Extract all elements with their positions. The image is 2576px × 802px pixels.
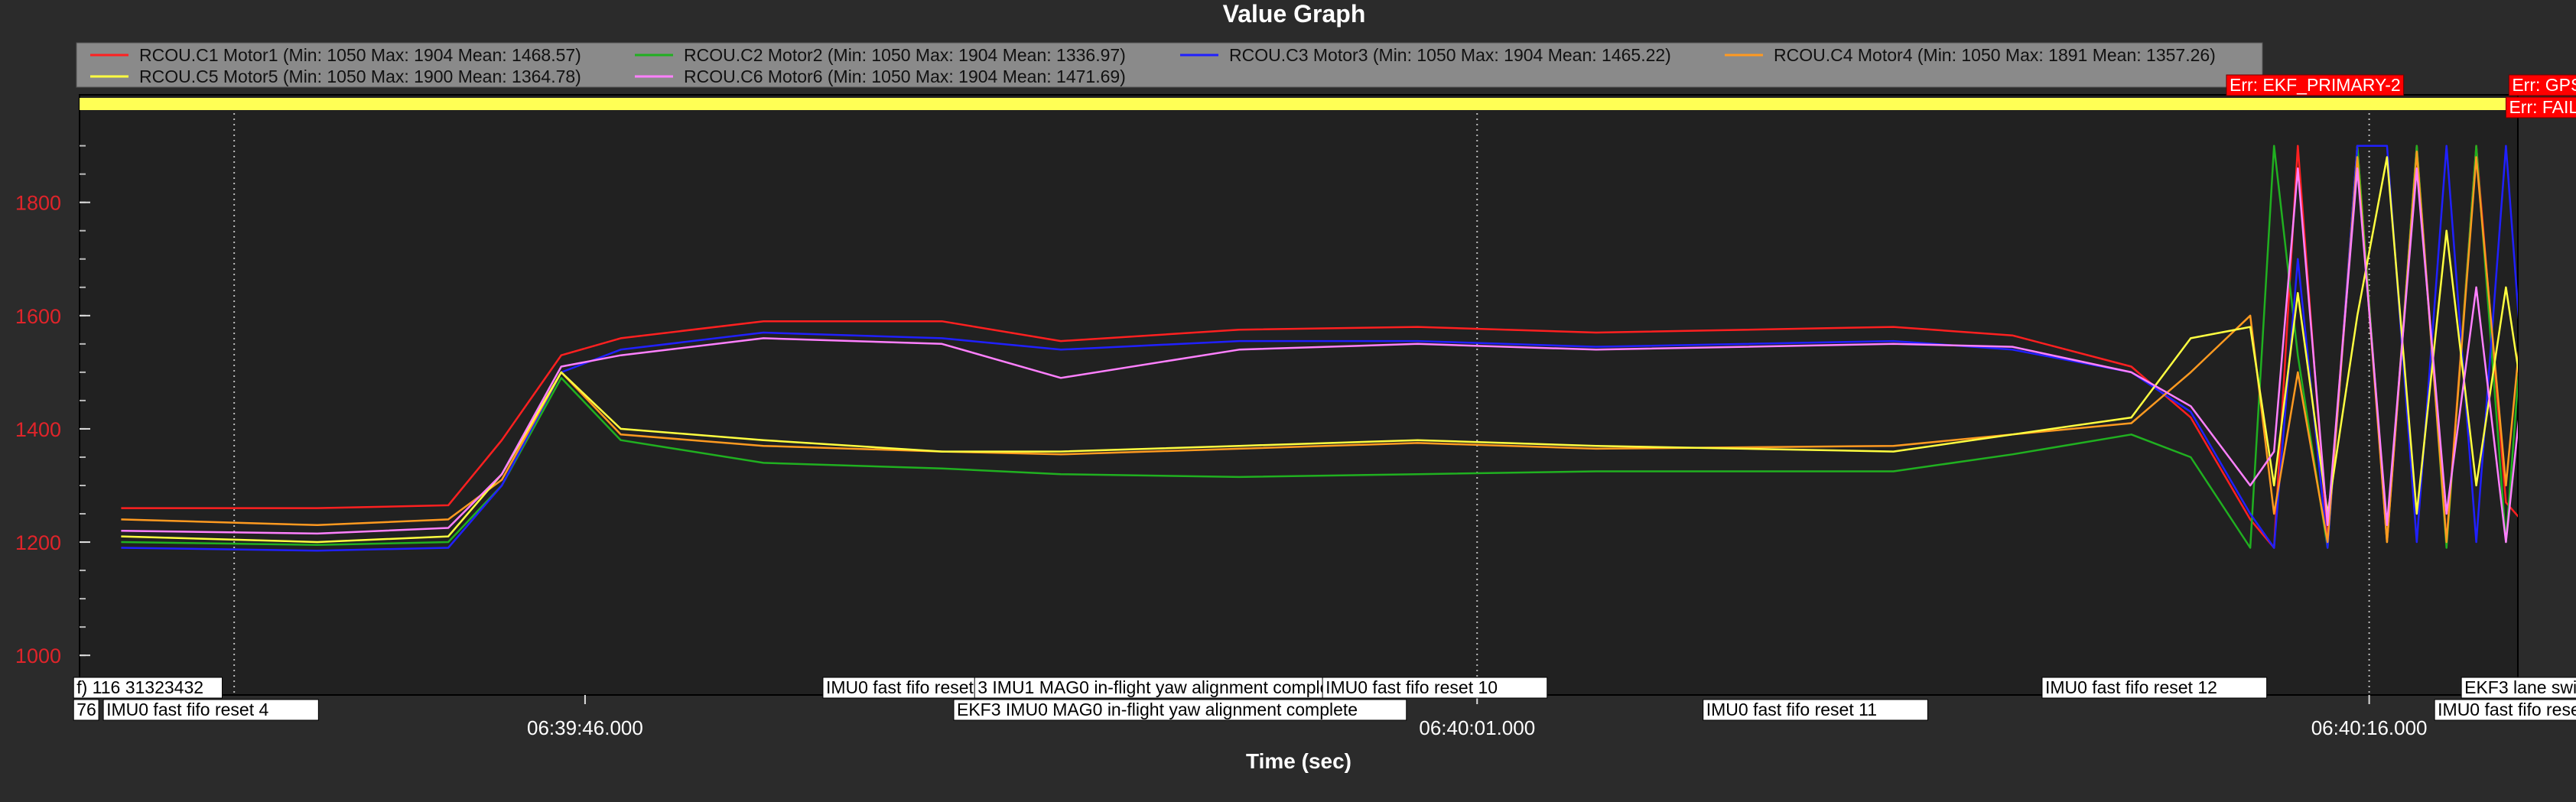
chart-title: Value Graph	[1223, 0, 1366, 28]
value-graph-chart[interactable]: Value Graph 1000 1200 1400 1600 1800 Err: EK…	[0, 0, 2576, 802]
event-label: IMU0 fast fifo reset 12	[2045, 677, 2217, 697]
event-label: f) 116 31323432	[76, 677, 203, 697]
event-label: 76	[76, 700, 96, 719]
event-label: EKF3 lane switch 2	[2464, 677, 2576, 697]
x-tick-label: 06:40:01.000	[1419, 716, 1535, 739]
x-tick-label: 06:39:46.000	[527, 716, 643, 739]
y-tick-label: 1000	[15, 645, 61, 667]
legend-entry: RCOU.C2 Motor2 (Min: 1050 Max: 1904 Mean…	[684, 45, 1126, 65]
y-tick-label: 1600	[15, 305, 61, 328]
event-label: EKF3 IMU0 MAG0 in-flight yaw alignment c…	[957, 700, 1358, 719]
x-tick-label: 06:40:16.000	[2311, 716, 2428, 739]
y-tick-label: 1200	[15, 531, 61, 554]
error-label: Err: GPS-2	[2512, 75, 2576, 95]
event-label: IMU0 fast fifo reset 11	[1706, 700, 1877, 719]
legend-entry: RCOU.C4 Motor4 (Min: 1050 Max: 1891 Mean…	[1774, 45, 2216, 65]
event-label: IMU0 fast fifo reset 4	[106, 700, 268, 719]
event-label: 3 IMU1 MAG0 in-flight yaw alignment comp…	[977, 677, 1344, 697]
event-label: IMU0 fast fifo reset 10	[1325, 677, 1498, 697]
event-label: IMU0 fast fifo reset 13	[2438, 700, 2576, 719]
legend-entry: RCOU.C6 Motor6 (Min: 1050 Max: 1904 Mean…	[684, 67, 1126, 86]
legend-entry: RCOU.C3 Motor3 (Min: 1050 Max: 1904 Mean…	[1229, 45, 1671, 65]
legend-entry: RCOU.C5 Motor5 (Min: 1050 Max: 1900 Mean…	[139, 67, 581, 86]
legend-entry: RCOU.C1 Motor1 (Min: 1050 Max: 1904 Mean…	[139, 45, 581, 65]
error-label: Err: FAILSAFE_VIBE-1	[2509, 97, 2576, 117]
event-label: IMU0 fast fifo reset 5	[826, 677, 988, 697]
error-label: Err: EKF_PRIMARY-2	[2230, 75, 2401, 95]
y-tick-label: 1800	[15, 192, 61, 215]
x-axis-title: Time (sec)	[1246, 749, 1351, 773]
plot-area[interactable]	[79, 94, 2519, 696]
message-band	[80, 98, 2518, 110]
y-tick-label: 1400	[15, 418, 61, 441]
